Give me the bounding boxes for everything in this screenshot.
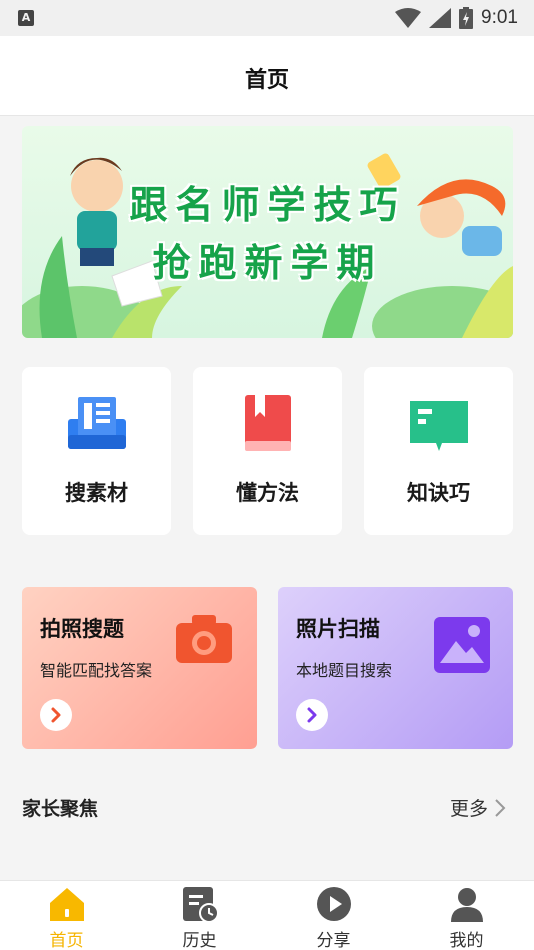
tab-label: 分享 — [316, 931, 351, 950]
tile-search-materials[interactable]: 搜素材 — [22, 367, 171, 535]
camera-icon — [176, 615, 232, 663]
chevron-right-icon — [307, 707, 317, 723]
home-icon — [50, 888, 84, 921]
tile-label: 懂方法 — [236, 481, 299, 505]
book-icon — [245, 395, 291, 451]
wifi-icon — [395, 8, 422, 28]
battery-icon — [459, 7, 474, 29]
more-label: 更多 — [449, 798, 488, 820]
open-book-icon — [410, 401, 468, 451]
banner-headline-2: 抢跑新学期 — [152, 241, 383, 285]
clock: 9:01 — [481, 7, 518, 28]
notification-icon: A — [18, 10, 34, 26]
card-arrow-button[interactable] — [296, 699, 328, 731]
page-title: 首页 — [244, 68, 289, 93]
play-icon — [317, 887, 351, 921]
tile-label: 搜素材 — [65, 481, 128, 505]
chevron-right-icon — [495, 798, 506, 817]
card-photo-scan[interactable]: 照片扫描 本地题目搜索 — [278, 587, 513, 749]
card-title: 拍照搜题 — [40, 617, 124, 641]
tab-history[interactable]: 历史 — [133, 881, 266, 950]
tab-label: 历史 — [182, 931, 217, 950]
bottom-tab-bar: 首页 历史 分享 我的 — [0, 880, 534, 950]
card-subtitle: 智能匹配找答案 — [40, 661, 153, 680]
top-header: 首页 — [0, 36, 534, 116]
card-photo-search[interactable]: 拍照搜题 智能匹配找答案 — [22, 587, 257, 749]
card-title: 照片扫描 — [296, 617, 380, 641]
tab-label: 我的 — [449, 931, 484, 950]
tab-share[interactable]: 分享 — [267, 881, 400, 950]
document-stack-icon — [68, 397, 126, 449]
image-icon — [434, 617, 490, 673]
more-link[interactable]: 更多 — [450, 794, 506, 821]
user-icon — [451, 888, 483, 922]
status-bar: A 9:01 — [0, 0, 534, 36]
tile-know-tricks[interactable]: 知诀巧 — [364, 367, 513, 535]
signal-icon — [429, 8, 452, 28]
tab-label: 首页 — [49, 931, 84, 950]
tab-home[interactable]: 首页 — [0, 881, 133, 950]
tile-label: 知诀巧 — [407, 481, 470, 505]
card-arrow-button[interactable] — [40, 699, 72, 731]
card-subtitle: 本地题目搜索 — [296, 661, 393, 680]
status-icons: 9:01 — [395, 6, 518, 30]
banner-headline-1: 跟名师学技巧 — [129, 183, 406, 227]
tile-learn-methods[interactable]: 懂方法 — [193, 367, 342, 535]
promo-banner[interactable]: 跟名师学技巧 抢跑新学期 — [22, 126, 513, 338]
section-title: 家长聚焦 — [22, 798, 99, 820]
tab-profile[interactable]: 我的 — [400, 881, 533, 950]
feature-tiles: 搜素材 懂方法 知诀巧 — [22, 367, 514, 535]
history-icon — [183, 887, 219, 923]
chevron-right-icon — [51, 707, 61, 723]
